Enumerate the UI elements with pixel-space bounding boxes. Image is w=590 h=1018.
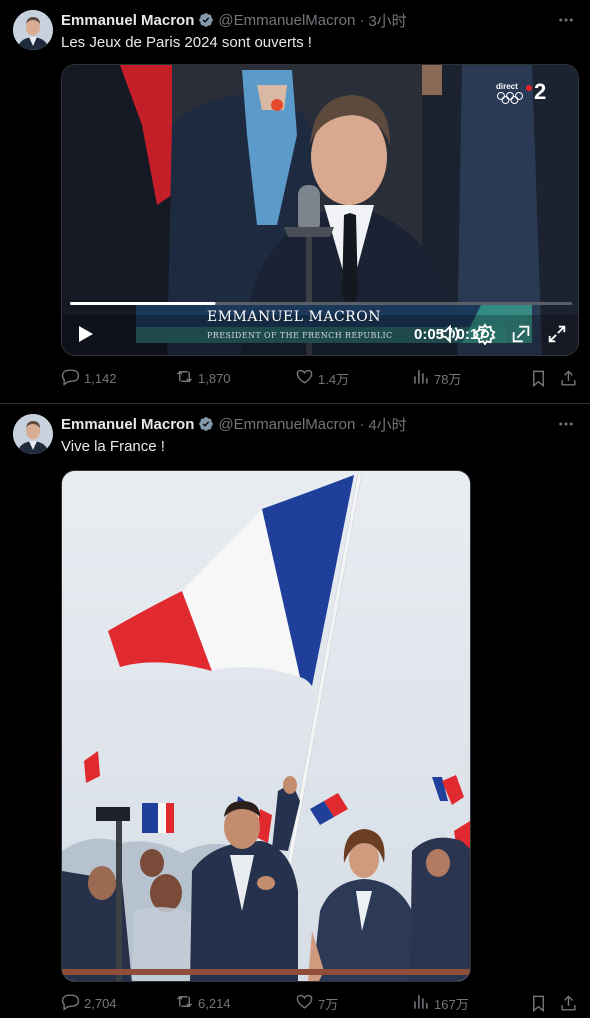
channel-label: direct — [496, 82, 518, 91]
timestamp[interactable]: 4小时 — [368, 414, 406, 435]
author-name[interactable]: Emmanuel Macron — [61, 416, 194, 433]
verified-badge-icon — [198, 416, 214, 432]
reply-button[interactable]: 1,142 — [61, 366, 117, 390]
bookmark-icon[interactable] — [529, 366, 552, 390]
tweet-actions: 1,142 1,870 1.4万 78万 — [61, 366, 579, 390]
repost-button[interactable]: 1,870 — [175, 366, 231, 390]
repost-count: 6,214 — [198, 995, 231, 1011]
repost-icon — [175, 367, 198, 389]
tweet-text: Vive la France ! — [61, 438, 165, 455]
video-player[interactable]: direct 2 EMMANUEL MACRON PRESIDENT OF TH… — [61, 64, 579, 356]
repost-icon — [175, 992, 198, 1014]
fullscreen-icon[interactable] — [546, 323, 568, 345]
photo-image — [62, 471, 470, 981]
like-button[interactable]: 7万 — [295, 991, 338, 1015]
separator: · — [359, 11, 365, 29]
reply-icon — [61, 992, 84, 1014]
timestamp[interactable]: 3小时 — [368, 10, 406, 31]
author-name[interactable]: Emmanuel Macron — [61, 12, 194, 29]
like-count: 7万 — [318, 996, 339, 1012]
picture-in-picture-icon[interactable] — [510, 323, 532, 345]
verified-badge-icon — [198, 12, 214, 28]
views-button[interactable]: 78万 — [411, 366, 461, 390]
bookmark-icon[interactable] — [529, 991, 552, 1015]
separator: · — [359, 415, 365, 433]
author-handle[interactable]: @EmmanuelMacron — [218, 12, 355, 29]
avatar[interactable] — [13, 10, 53, 50]
like-icon — [295, 992, 318, 1014]
reply-count: 2,704 — [84, 995, 117, 1011]
tweet-photo[interactable] — [61, 470, 471, 982]
like-count: 1.4万 — [318, 371, 350, 387]
share-icon[interactable] — [559, 991, 582, 1015]
views-button[interactable]: 167万 — [411, 991, 469, 1015]
views-icon — [411, 992, 434, 1014]
settings-icon[interactable] — [474, 323, 496, 346]
progress-fill — [70, 302, 216, 305]
view-count: 78万 — [434, 371, 462, 387]
tweet[interactable]: Emmanuel Macron @EmmanuelMacron · 3小时 Le… — [0, 0, 590, 403]
reply-count: 1,142 — [84, 370, 117, 386]
like-button[interactable]: 1.4万 — [295, 366, 349, 390]
view-count: 167万 — [434, 996, 469, 1012]
author-handle[interactable]: @EmmanuelMacron — [218, 416, 355, 433]
more-icon[interactable] — [556, 414, 576, 434]
more-icon[interactable] — [556, 10, 576, 30]
share-icon[interactable] — [559, 366, 582, 390]
repost-button[interactable]: 6,214 — [175, 991, 231, 1015]
olympic-rings-icon — [496, 91, 526, 104]
volume-icon[interactable] — [438, 323, 460, 345]
lower-third-title: PRESIDENT OF THE FRENCH REPUBLIC — [207, 331, 393, 340]
tweet-actions: 2,704 6,214 7万 167万 — [61, 991, 579, 1015]
avatar[interactable] — [13, 414, 53, 454]
repost-count: 1,870 — [198, 370, 231, 386]
live-dot — [526, 85, 532, 91]
like-icon — [295, 367, 318, 389]
tweet-text: Les Jeux de Paris 2024 sont ouverts ! — [61, 34, 312, 51]
views-icon — [411, 367, 434, 389]
lower-third-name: EMMANUEL MACRON — [207, 309, 381, 325]
tweet[interactable]: Emmanuel Macron @EmmanuelMacron · 4小时 Vi… — [0, 403, 590, 1018]
reply-button[interactable]: 2,704 — [61, 991, 117, 1015]
channel-number: 2 — [534, 79, 547, 104]
reply-icon — [61, 367, 84, 389]
play-icon[interactable] — [74, 323, 96, 345]
